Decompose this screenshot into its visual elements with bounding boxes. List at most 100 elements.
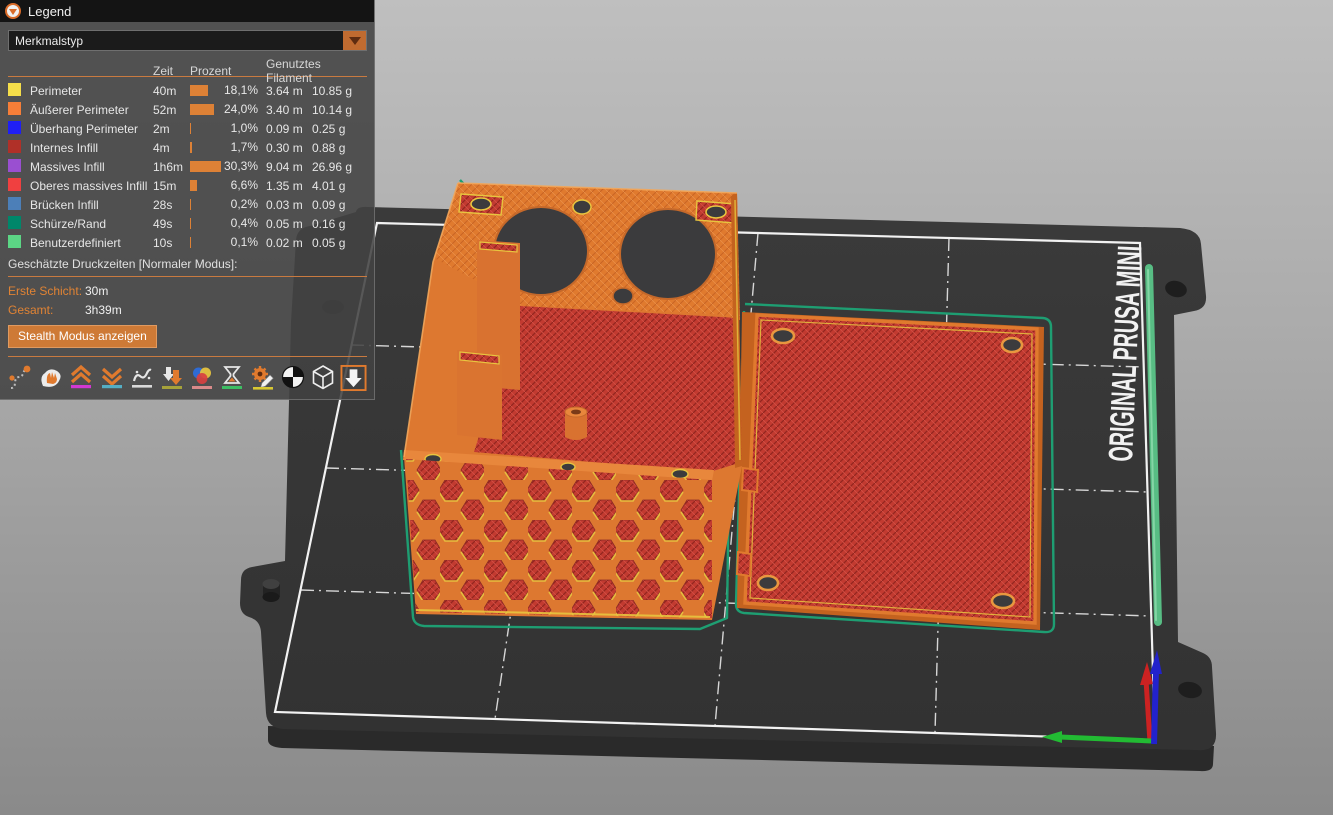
prusaslicer-icon	[5, 3, 21, 19]
percent-bar	[190, 142, 192, 153]
tool-changes-icon[interactable]	[159, 363, 185, 393]
percent-bar	[190, 104, 214, 115]
feature-time: 28s	[153, 198, 190, 212]
feature-percent-cell: 30,3%	[190, 157, 266, 176]
feature-time: 2m	[153, 122, 190, 136]
first-layer-label: Erste Schicht:	[8, 284, 85, 298]
feature-label: Massives Infill	[30, 160, 153, 174]
stealth-mode-button[interactable]: Stealth Modus anzeigen	[8, 325, 157, 348]
percent-value: 18,1%	[224, 83, 258, 97]
legend-table: Perimeter40m18,1%3.64 m10.85 gÄußerer Pe…	[8, 81, 367, 252]
percent-value: 30,3%	[224, 159, 258, 173]
col-filament: Genutztes Filament	[266, 57, 367, 85]
feature-color-swatch	[8, 102, 21, 115]
feature-label: Oberes massives Infill	[30, 179, 153, 193]
filament-weight: 0.09 g	[312, 198, 367, 212]
feature-label: Benutzerdefiniert	[30, 236, 153, 250]
filament-weight: 0.16 g	[312, 217, 367, 231]
feature-color-swatch	[8, 216, 21, 229]
legend-table-header: Zeit Prozent Genutztes Filament	[8, 57, 367, 74]
separator	[8, 276, 367, 277]
percent-bar	[190, 123, 191, 134]
feature-time: 49s	[153, 217, 190, 231]
percent-bar	[190, 237, 191, 248]
feature-type-dropdown[interactable]: Merkmalstyp	[8, 30, 367, 51]
feature-color-swatch	[8, 121, 21, 134]
percent-bar	[190, 199, 191, 210]
feature-color-swatch	[8, 140, 21, 153]
feature-percent-cell: 1,0%	[190, 119, 266, 138]
percent-value: 1,7%	[231, 140, 258, 154]
custom-gcode-icon[interactable]	[250, 363, 276, 393]
legend-titlebar[interactable]: Legend	[0, 0, 374, 22]
filament-weight: 26.96 g	[312, 160, 367, 174]
pause-prints-icon[interactable]	[219, 363, 245, 393]
feature-percent-cell: 0,2%	[190, 195, 266, 214]
legend-row: Oberes massives Infill15m6,6%1.35 m4.01 …	[8, 176, 367, 195]
feature-percent-cell: 0,1%	[190, 233, 266, 252]
feature-label: Internes Infill	[30, 141, 153, 155]
feature-percent-cell: 6,6%	[190, 176, 266, 195]
filament-weight: 10.85 g	[312, 84, 367, 98]
legend-panel: Legend Merkmalstyp Zeit Prozent Genutzte…	[0, 0, 375, 400]
center-of-gravity-icon[interactable]	[280, 363, 306, 393]
percent-value: 1,0%	[231, 121, 258, 135]
filament-length: 0.02 m	[266, 236, 312, 250]
legend-row: Internes Infill4m1,7%0.30 m0.88 g	[8, 138, 367, 157]
legend-row: Schürze/Rand49s0,4%0.05 m0.16 g	[8, 214, 367, 233]
feature-color-swatch	[8, 83, 21, 96]
feature-color-swatch	[8, 235, 21, 248]
small-hole	[613, 288, 633, 304]
wipe-icon[interactable]	[38, 363, 64, 393]
seams-icon[interactable]	[129, 363, 155, 393]
legend-row: Überhang Perimeter2m1,0%0.09 m0.25 g	[8, 119, 367, 138]
feature-color-swatch	[8, 197, 21, 210]
legend-row: Äußerer Perimeter52m24,0%3.40 m10.14 g	[8, 100, 367, 119]
box-honeycomb-face	[406, 459, 712, 618]
feature-percent-cell: 0,4%	[190, 214, 266, 233]
legend-row: Brücken Infill28s0,2%0.03 m0.09 g	[8, 195, 367, 214]
percent-value: 0,1%	[231, 235, 258, 249]
deretractions-icon[interactable]	[99, 363, 125, 393]
percent-value: 6,6%	[231, 178, 258, 192]
shells-icon[interactable]	[310, 363, 336, 393]
tool-marker-icon[interactable]	[340, 363, 367, 393]
feature-time: 52m	[153, 103, 190, 117]
dropdown-arrow-button[interactable]	[343, 31, 366, 50]
feature-time: 15m	[153, 179, 190, 193]
legend-title: Legend	[28, 4, 71, 19]
feature-type-value: Merkmalstyp	[9, 34, 343, 48]
col-zeit: Zeit	[153, 64, 190, 78]
color-changes-icon[interactable]	[189, 363, 215, 393]
legend-row: Perimeter40m18,1%3.64 m10.85 g	[8, 81, 367, 100]
legend-row: Massives Infill1h6m 30,3% 9.04 m26.96 g	[8, 157, 367, 176]
travel-moves-icon[interactable]	[8, 363, 34, 393]
bed-pin	[263, 579, 281, 602]
first-layer-value: 30m	[85, 284, 108, 298]
filament-length: 0.05 m	[266, 217, 312, 231]
total-time-label: Gesamt:	[8, 303, 85, 317]
estimates-title: Geschätzte Druckzeiten [Normaler Modus]:	[8, 257, 367, 271]
total-time-value: 3h39m	[85, 303, 122, 317]
percent-bar	[190, 85, 208, 96]
filament-length: 3.40 m	[266, 103, 312, 117]
filament-weight: 0.05 g	[312, 236, 367, 250]
percent-bar	[190, 180, 197, 191]
feature-color-swatch	[8, 178, 21, 191]
filament-weight: 10.14 g	[312, 103, 367, 117]
feature-time: 4m	[153, 141, 190, 155]
percent-bar	[190, 218, 191, 229]
feature-time: 40m	[153, 84, 190, 98]
feature-percent-cell: 18,1%	[190, 81, 266, 100]
filament-length: 3.64 m	[266, 84, 312, 98]
model-plate[interactable]	[737, 312, 1044, 630]
filament-length: 9.04 m	[266, 160, 312, 174]
feature-time: 1h6m	[153, 160, 190, 174]
plate-top-face	[745, 315, 1037, 623]
feature-percent-cell: 1,7%	[190, 138, 266, 157]
feature-time: 10s	[153, 236, 190, 250]
model-box[interactable]	[403, 183, 742, 620]
chevron-down-icon	[349, 37, 361, 45]
feature-color-swatch	[8, 159, 21, 172]
retractions-icon[interactable]	[68, 363, 94, 393]
